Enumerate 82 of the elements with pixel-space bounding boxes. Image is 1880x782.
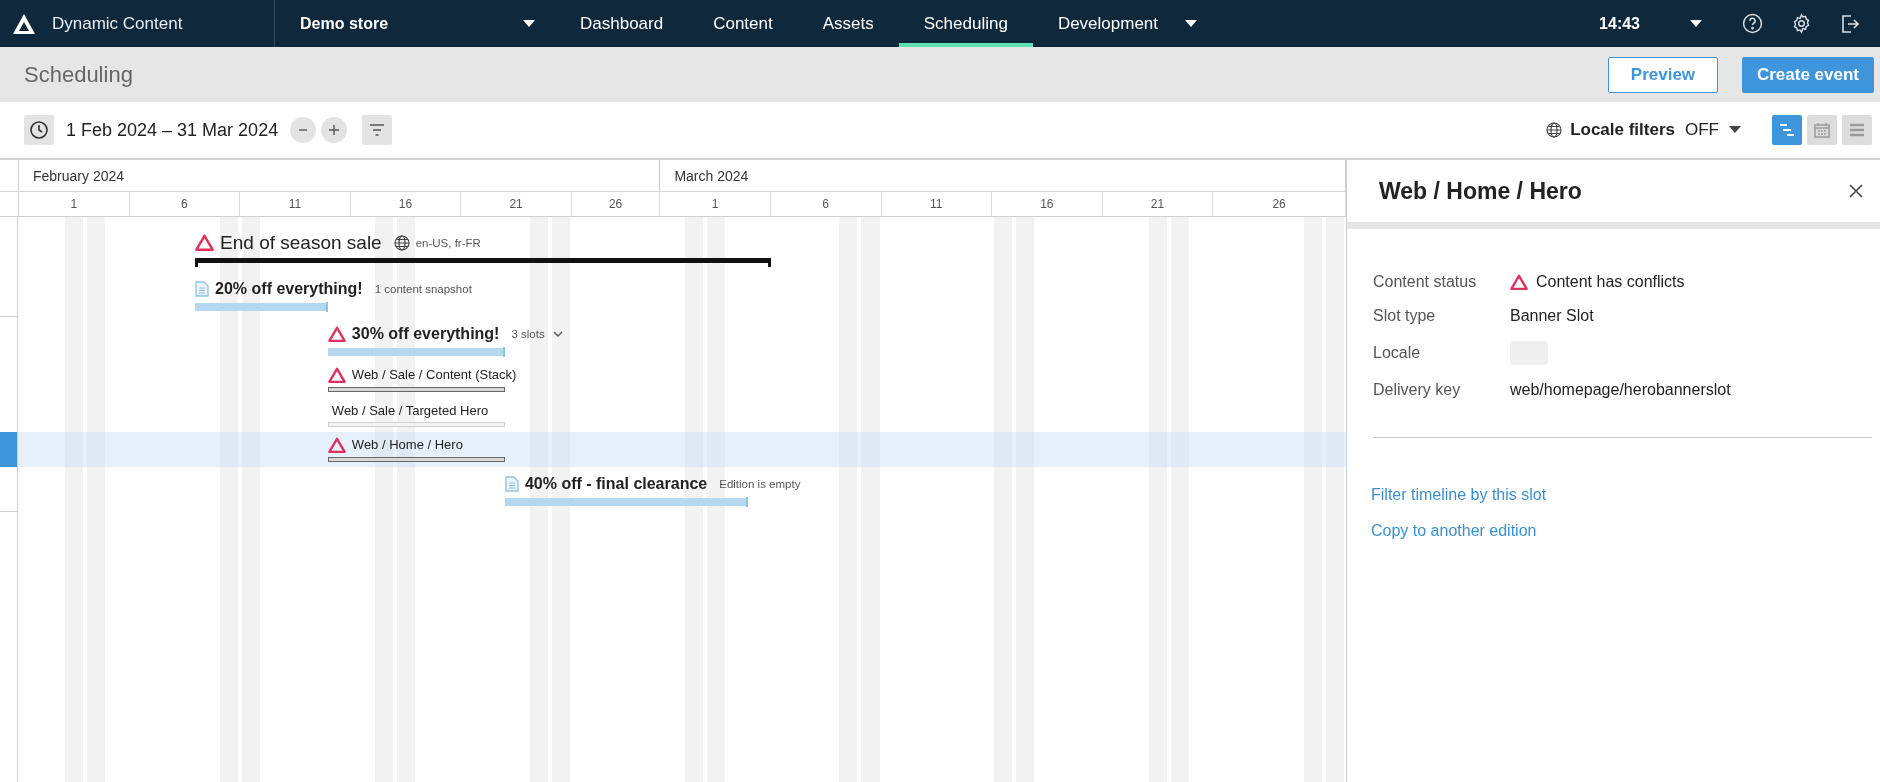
list-icon bbox=[1849, 123, 1865, 137]
settings-icon bbox=[1791, 13, 1812, 34]
field-value: Banner Slot bbox=[1510, 307, 1595, 325]
page-title: Scheduling bbox=[24, 61, 133, 88]
caret-icon bbox=[523, 19, 535, 28]
locale-list: en-US, fr-FR bbox=[415, 237, 481, 249]
day-label: 6 bbox=[770, 192, 882, 216]
edition-title[interactable]: 20% off everything! bbox=[215, 280, 363, 298]
slot-title[interactable]: Web / Sale / Targeted Hero bbox=[327, 403, 489, 418]
month-label: March 2024 bbox=[660, 160, 1346, 191]
globe-icon bbox=[1546, 122, 1563, 138]
minus-icon bbox=[299, 129, 308, 131]
day-label: 16 bbox=[350, 192, 462, 216]
date-range: 1 Feb 2024 – 31 Mar 2024 bbox=[66, 119, 279, 141]
store-dropdown[interactable]: Demo store bbox=[300, 14, 535, 33]
edition-title[interactable]: 30% off everything! bbox=[351, 325, 500, 343]
logout-icon bbox=[1840, 13, 1860, 34]
warning-icon bbox=[1510, 273, 1528, 291]
field-label: Content status bbox=[1373, 273, 1478, 291]
warning-icon bbox=[327, 436, 346, 453]
panel-title: Web / Home / Hero bbox=[1379, 177, 1582, 205]
nav-tab[interactable]: Dashboard bbox=[555, 0, 689, 47]
help-button[interactable] bbox=[1742, 13, 1763, 34]
logout-button[interactable] bbox=[1840, 13, 1860, 34]
day-label: 11 bbox=[881, 192, 993, 216]
day-label: 6 bbox=[129, 192, 241, 216]
edition-note: Edition is empty bbox=[719, 478, 801, 490]
nav-tab[interactable]: Assets bbox=[797, 0, 899, 47]
action-link[interactable]: Copy to another edition bbox=[1371, 522, 1537, 540]
day-label: 11 bbox=[240, 192, 351, 216]
day-label: 21 bbox=[1102, 192, 1214, 216]
locale-filters-dropdown[interactable]: OFF bbox=[1685, 120, 1741, 140]
month-label: February 2024 bbox=[19, 160, 661, 191]
action-link[interactable]: Filter timeline by this slot bbox=[1371, 486, 1547, 504]
day-label: 1 bbox=[660, 192, 771, 216]
clock-button[interactable] bbox=[24, 115, 54, 145]
field-label: Locale bbox=[1373, 344, 1422, 362]
event-bar[interactable] bbox=[195, 258, 771, 267]
slot-bar[interactable] bbox=[327, 457, 505, 462]
plus-icon bbox=[329, 125, 340, 135]
field-value: web/homepage/herobannerslot bbox=[1510, 381, 1732, 399]
day-label: 16 bbox=[992, 192, 1103, 216]
zoom-in-button[interactable] bbox=[321, 117, 348, 143]
field-label: Slot type bbox=[1373, 307, 1437, 325]
edition-note: 1 content snapshot bbox=[374, 283, 472, 295]
logo-icon bbox=[12, 12, 36, 35]
filter-button[interactable] bbox=[362, 115, 393, 145]
close-button[interactable] bbox=[1848, 183, 1864, 199]
field-value: Content has conflicts bbox=[1536, 273, 1685, 291]
slots-toggle[interactable]: 3 slots bbox=[511, 328, 563, 340]
calendar-icon bbox=[1814, 122, 1830, 138]
caret-icon bbox=[1185, 19, 1198, 28]
edition-title[interactable]: 40% off - final clearance bbox=[524, 475, 708, 493]
filter-icon bbox=[370, 124, 385, 136]
day-label: 26 bbox=[571, 192, 661, 216]
caret-icon bbox=[1729, 126, 1741, 134]
caret-icon bbox=[1690, 19, 1702, 28]
slot-title[interactable]: Web / Sale / Content (Stack) bbox=[351, 367, 517, 383]
nav-tab[interactable]: Content bbox=[688, 0, 798, 47]
zoom-out-button[interactable] bbox=[290, 117, 317, 143]
time-dropdown[interactable]: 14:43 bbox=[1599, 14, 1702, 33]
app-name: Dynamic Content bbox=[52, 13, 183, 34]
event-title[interactable]: End of season sale bbox=[220, 232, 382, 254]
field-label: Delivery key bbox=[1373, 381, 1462, 399]
locale-filters-label: Locale filters bbox=[1570, 120, 1675, 140]
slot-title[interactable]: Web / Home / Hero bbox=[351, 437, 463, 453]
clock-icon bbox=[29, 120, 49, 140]
view-button[interactable] bbox=[1772, 115, 1802, 145]
day-label: 21 bbox=[461, 192, 572, 216]
chevron-icon bbox=[552, 330, 563, 338]
help-icon bbox=[1742, 13, 1763, 34]
day-label: 26 bbox=[1213, 192, 1346, 216]
warning-icon bbox=[327, 366, 346, 383]
settings-button[interactable] bbox=[1791, 13, 1812, 34]
day-label: 1 bbox=[19, 192, 130, 216]
close-icon bbox=[1848, 183, 1864, 199]
slot-bar[interactable] bbox=[327, 387, 505, 392]
nav-tab[interactable]: Development bbox=[1032, 0, 1184, 47]
timeline-icon bbox=[1779, 123, 1795, 137]
globe-icon bbox=[393, 235, 410, 251]
selection-marker bbox=[0, 432, 18, 467]
view-button[interactable] bbox=[1842, 115, 1872, 145]
